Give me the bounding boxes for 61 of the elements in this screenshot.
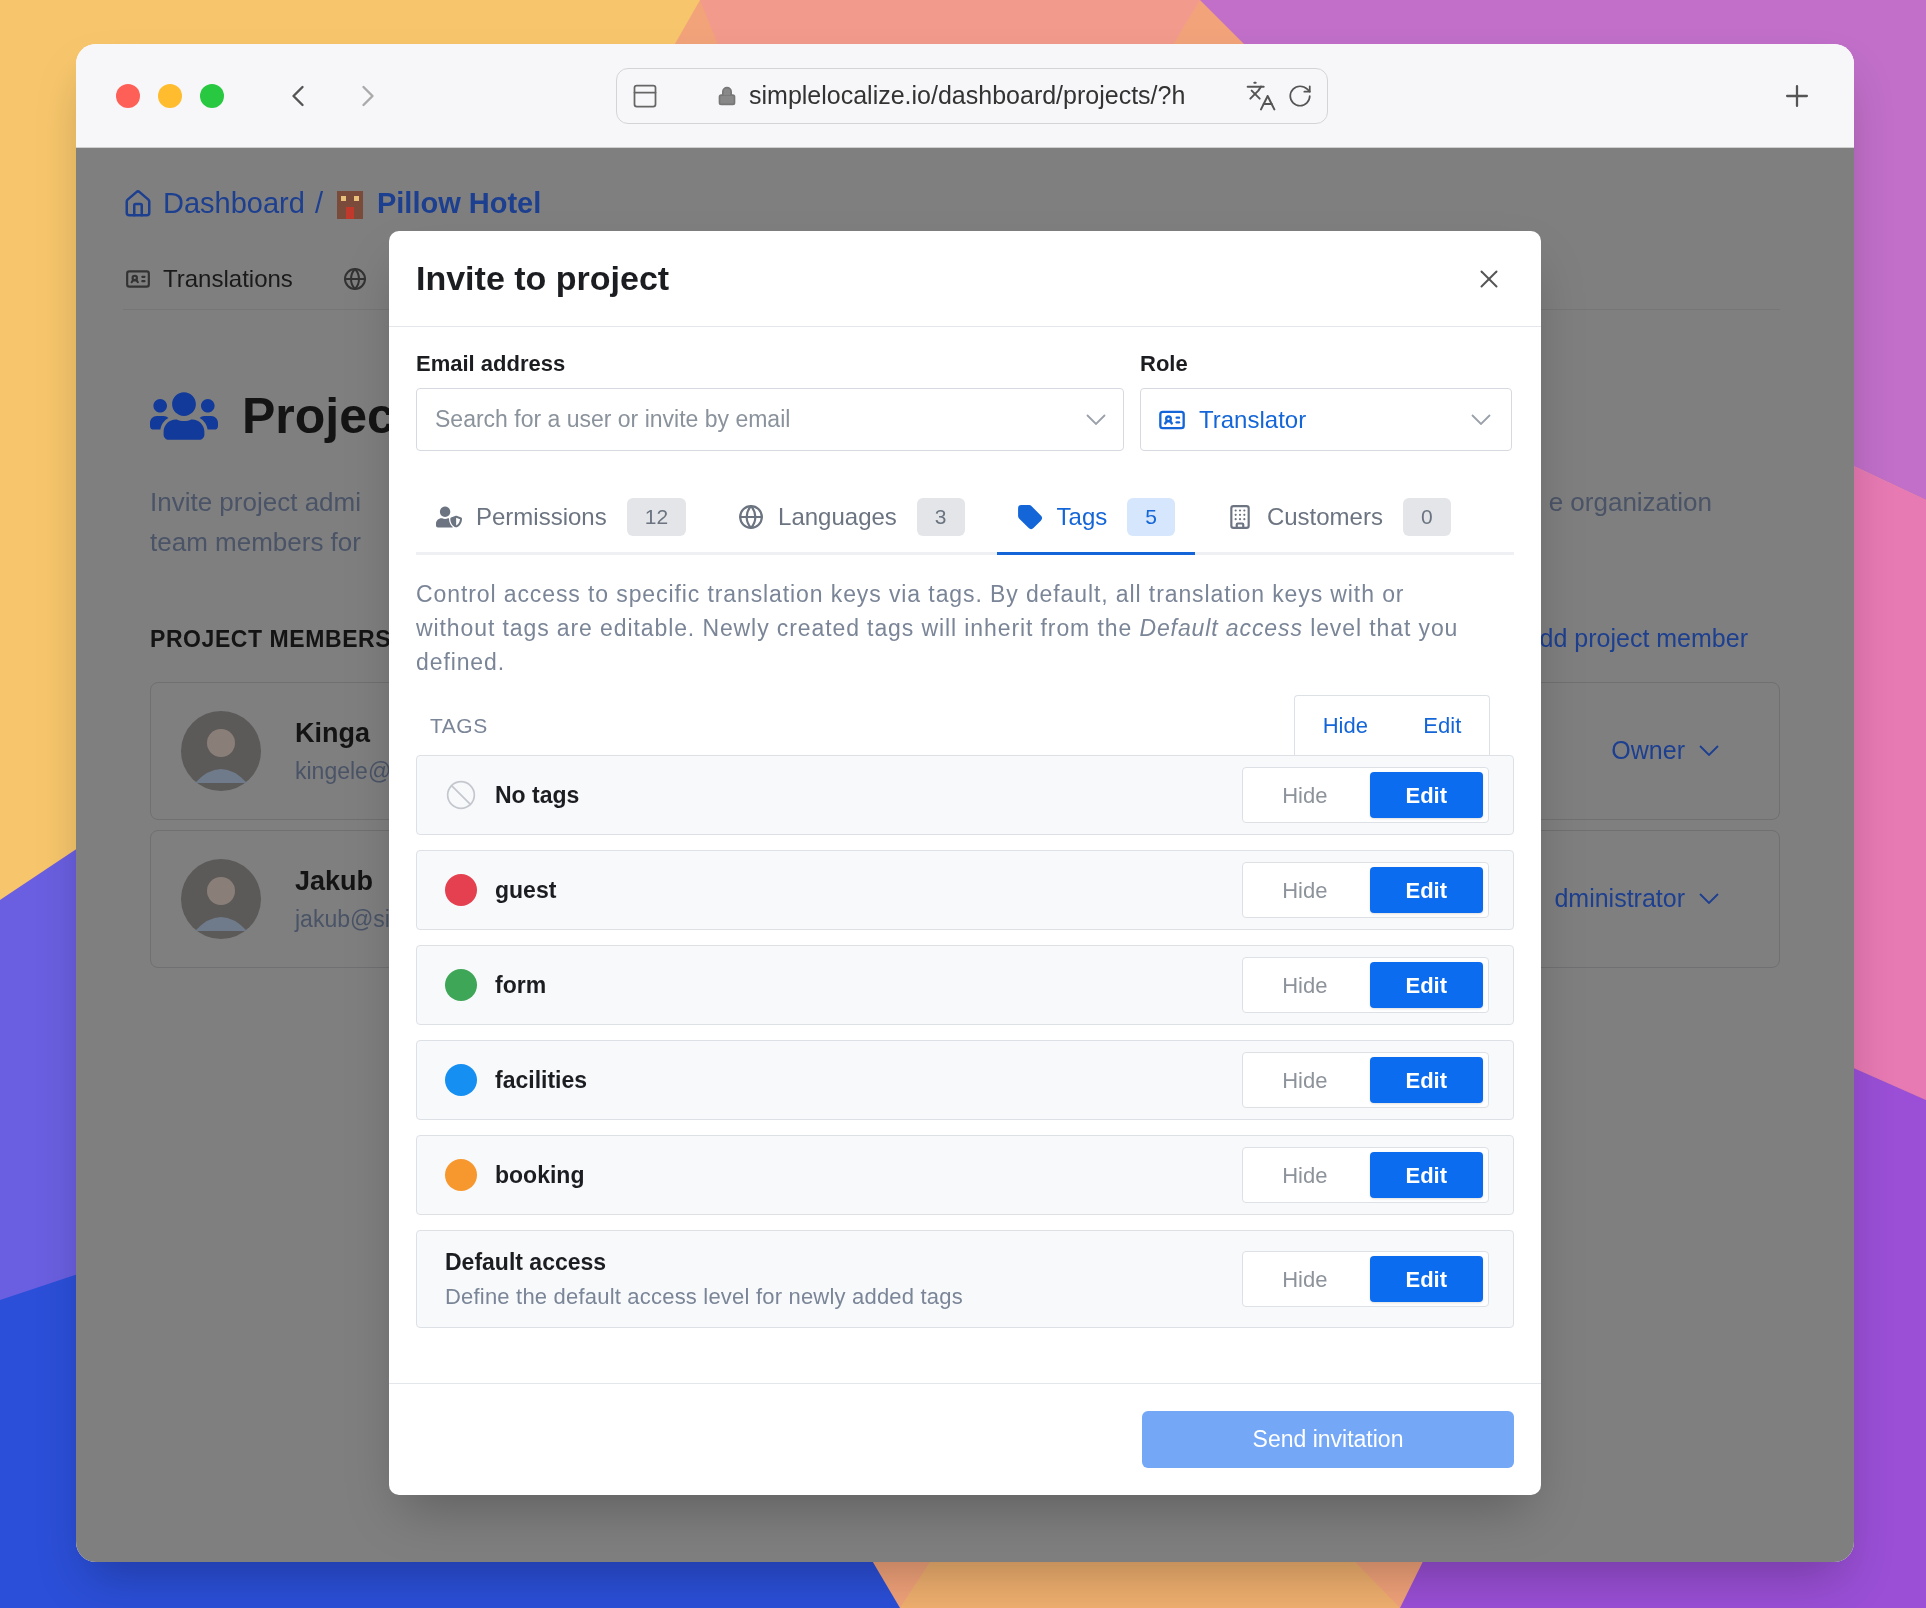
access-option[interactable]: Hide (1248, 772, 1362, 818)
tag-name: facilities (495, 1065, 588, 1095)
access-option[interactable]: Edit (1369, 1256, 1483, 1302)
avatar-icon (181, 858, 261, 939)
tag-name: guest (495, 875, 557, 905)
field-label: Role (1140, 350, 1189, 378)
tab[interactable]: Languages 3 (718, 481, 985, 555)
chevron-down-icon (1471, 414, 1491, 425)
address-bar[interactable]: simplelocalize.io/dashboard/projects/?h (616, 67, 1328, 124)
breadcrumb-separator: / (314, 186, 323, 222)
access-option[interactable]: Edit (1369, 867, 1483, 913)
url-text: simplelocalize.io/dashboard/projects/?h (749, 79, 1186, 111)
access-option[interactable]: Edit (1369, 1057, 1483, 1103)
member-name: Kinga (295, 717, 372, 750)
field-label: Email address (416, 350, 567, 378)
tab[interactable]: Tags 5 (996, 481, 1195, 555)
access-option[interactable]: Edit (1369, 1152, 1483, 1198)
column-header: TAGS (430, 712, 488, 739)
avatar-icon (181, 710, 261, 791)
tag-icon (1016, 503, 1043, 530)
access-option[interactable]: Edit (1369, 772, 1483, 818)
translate-icon[interactable] (1245, 79, 1277, 112)
access-option[interactable]: Hide (1248, 867, 1362, 913)
role-value: Translator (1199, 404, 1308, 435)
role-select[interactable]: Translator (1140, 388, 1512, 451)
access-option[interactable]: Hide (1248, 1057, 1362, 1103)
access-option[interactable]: Hide (1248, 962, 1362, 1008)
column-header: Edit (1423, 712, 1462, 740)
email-field[interactable]: Search for a user or invite by email (416, 388, 1124, 451)
dialog-title: Invite to project (416, 258, 670, 299)
tab[interactable]: Customers 0 (1206, 481, 1471, 555)
access-option[interactable]: Hide (1248, 1256, 1362, 1302)
role-dropdown[interactable]: Owner (1611, 731, 1719, 770)
chevron-down-icon (1699, 893, 1719, 904)
access-option[interactable]: Edit (1369, 962, 1483, 1008)
section-title: PROJECT MEMBERS (150, 624, 392, 654)
chevron-down-icon (1086, 414, 1106, 425)
tag-name: form (495, 970, 547, 1000)
tags-description: Control access to specific translation keys via tags. By default, all translation keys with or without tags are editable. Newly created tags will inherit from the Default access level that you defined. (416, 580, 1460, 677)
globe-icon (738, 503, 765, 530)
row-subtitle: Define the default access level for newly added tags (445, 1282, 963, 1311)
breadcrumb-link[interactable]: Dashboard (163, 182, 305, 226)
nav-tab[interactable]: Translations (163, 260, 293, 297)
member-name: Jakub (295, 865, 375, 898)
tab[interactable]: Permissions 12 (416, 481, 707, 555)
lock-icon (717, 84, 737, 107)
home-icon (123, 189, 153, 219)
role-dropdown[interactable]: dministrator (1554, 879, 1719, 918)
no-tag-icon (445, 779, 477, 811)
close-window-button[interactable] (116, 83, 140, 108)
tag-name: No tags (495, 780, 580, 810)
add-member-link[interactable]: dd project member (1539, 620, 1748, 658)
globe-icon (342, 266, 367, 291)
tag-name: booking (495, 1160, 585, 1190)
reload-icon[interactable] (1287, 82, 1313, 109)
column-header: Hide (1322, 712, 1368, 740)
access-option[interactable]: Hide (1248, 1152, 1362, 1198)
breadcrumb-link[interactable]: Pillow Hotel (376, 182, 542, 226)
row-title: Default access (445, 1248, 608, 1278)
chevron-down-icon (1699, 745, 1719, 756)
page-heading: Projec (242, 386, 395, 446)
